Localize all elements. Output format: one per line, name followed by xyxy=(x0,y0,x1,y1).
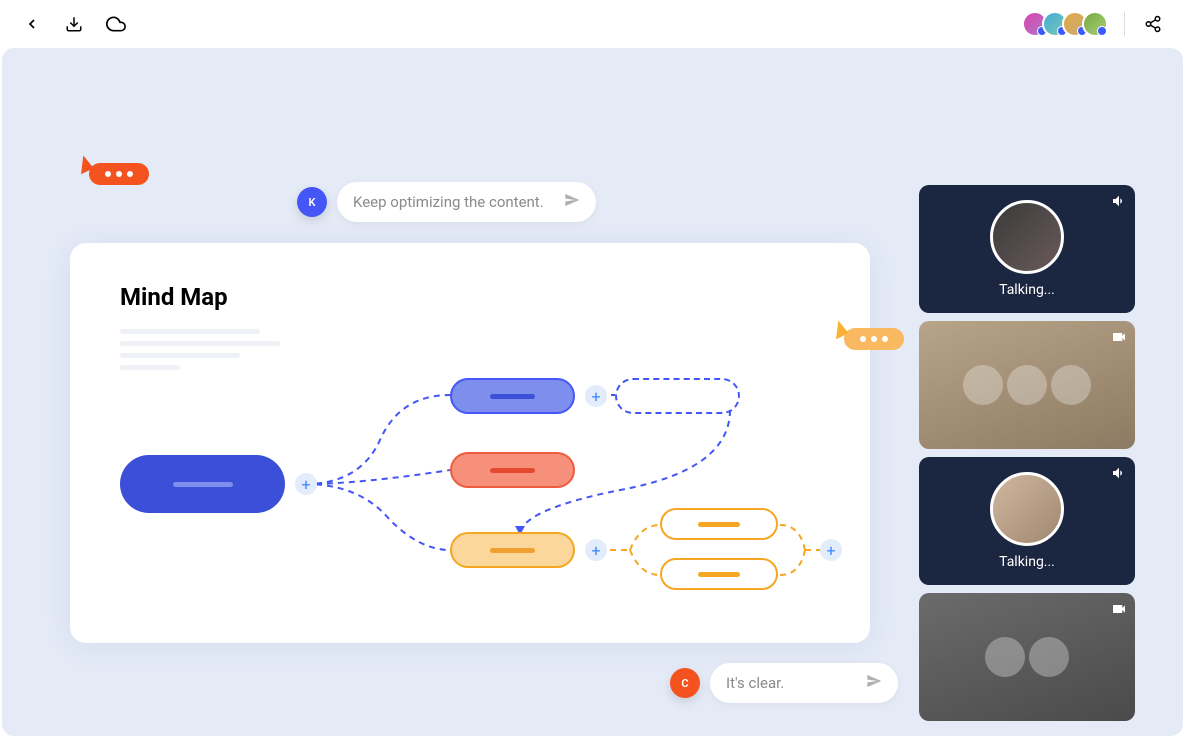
canvas-title: Mind Map xyxy=(120,283,820,311)
back-icon[interactable] xyxy=(20,12,44,36)
mindmap-node-empty[interactable] xyxy=(615,378,740,414)
send-icon[interactable] xyxy=(866,673,882,693)
comment-text: It's clear. xyxy=(726,674,784,692)
add-node-button[interactable]: + xyxy=(820,539,842,561)
download-icon[interactable] xyxy=(62,12,86,36)
video-panel: Talking... Talking... xyxy=(919,185,1135,721)
video-tile[interactable]: Talking... xyxy=(919,457,1135,585)
workspace: K Keep optimizing the content. Mind Map xyxy=(2,48,1183,736)
collaborator-avatars[interactable] xyxy=(1028,11,1108,37)
audio-icon xyxy=(1111,465,1127,485)
user-cursor-orange xyxy=(77,163,149,185)
share-icon[interactable] xyxy=(1141,12,1165,36)
video-tile[interactable] xyxy=(919,321,1135,449)
avatar[interactable] xyxy=(1082,11,1108,37)
comment-text: Keep optimizing the content. xyxy=(353,193,544,211)
mindmap-root-node[interactable] xyxy=(120,455,285,513)
mindmap-node[interactable] xyxy=(450,532,575,568)
video-tile[interactable]: Talking... xyxy=(919,185,1135,313)
add-node-button[interactable]: + xyxy=(295,473,317,495)
video-tile[interactable] xyxy=(919,593,1135,721)
comment-avatar: K xyxy=(297,187,327,217)
send-icon[interactable] xyxy=(564,192,580,212)
video-avatar xyxy=(990,472,1064,546)
mindmap-node[interactable] xyxy=(660,558,778,590)
mindmap-node[interactable] xyxy=(660,508,778,540)
audio-icon xyxy=(1111,193,1127,213)
text-placeholder xyxy=(120,329,820,370)
comment-bubble[interactable]: K Keep optimizing the content. xyxy=(297,182,596,222)
comment-bubble[interactable]: C It's clear. xyxy=(670,663,898,703)
mindmap-node[interactable] xyxy=(450,452,575,488)
mindmap-node[interactable] xyxy=(450,378,575,414)
mindmap-canvas[interactable]: Mind Map xyxy=(70,243,870,643)
topbar xyxy=(0,0,1185,48)
add-node-button[interactable]: + xyxy=(585,385,607,407)
add-node-button[interactable]: + xyxy=(585,539,607,561)
mindmap[interactable]: + + + + xyxy=(120,390,820,650)
cloud-icon[interactable] xyxy=(104,12,128,36)
video-status: Talking... xyxy=(999,554,1055,570)
user-cursor-yellow xyxy=(832,328,904,350)
video-status: Talking... xyxy=(999,282,1055,298)
video-avatar xyxy=(990,200,1064,274)
comment-avatar: C xyxy=(670,668,700,698)
